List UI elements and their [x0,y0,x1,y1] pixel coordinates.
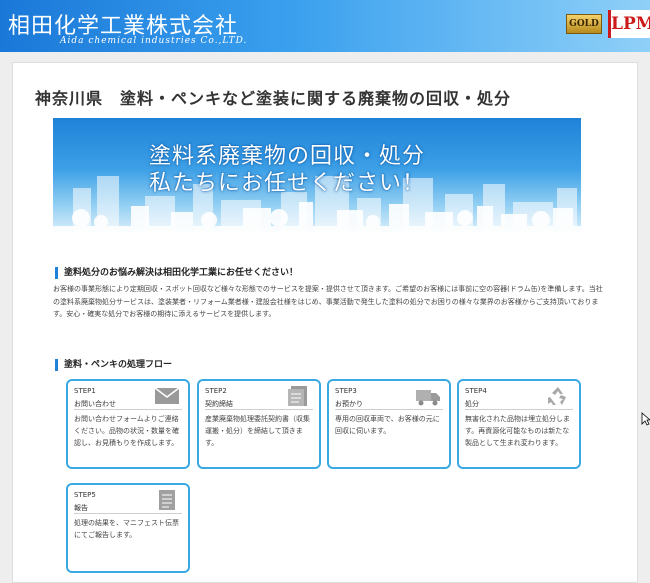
mail-icon [154,387,180,404]
page-title: 神奈川県 塗料・ペンキなど塗装に関する廃棄物の回収・処分 [35,89,512,108]
step-title: 報告 [74,504,88,512]
step-label: STEP3 [335,387,357,395]
step-title: お預かり [335,400,363,408]
step-divider [465,409,573,410]
intro-paragraph: お客様の事業形態により定期回収・スポット回収など様々な形態でのサービスを提案・提… [53,285,603,318]
step-divider [74,513,182,514]
hero-banner: 塗料系廃棄物の回収・処分 私たちにお任せください！ [53,118,581,232]
step-card-4[interactable]: STEP4 処分 無害化された品物は埋立処分します。再資源化可能なものは新たな製… [457,379,581,469]
report-icon [159,490,175,510]
mouse-cursor-icon [641,412,650,426]
site-header: 相田化学工業株式会社 Aida chemical industries Co.,… [0,0,650,52]
step-description: お問い合わせフォームよりご連絡ください。品物の状況・数量を確認し、お見積もりを作… [74,415,179,447]
step-divider [205,409,313,410]
gold-badge[interactable]: GOLD [566,14,602,34]
flow-heading: 塗料・ペンキの処理フロー [55,359,172,371]
step-label: STEP1 [74,387,96,395]
banner-headline-2: 私たちにお任せください！ [149,171,426,196]
step-label: STEP2 [205,387,227,395]
step-description: 処理の結果を、マニフェスト伝票にてご報告します。 [74,519,179,539]
step-card-5[interactable]: STEP5 報告 処理の結果を、マニフェスト伝票にてご報告します。 [66,483,190,573]
step-divider [335,409,443,410]
step-card-2[interactable]: STEP2 契約締結 産業廃棄物処理委託契約書（収集運搬・処分）を締結して頂きま… [197,379,321,469]
step-title: 処分 [465,400,479,408]
document-icon [288,386,307,406]
step-title: 契約締結 [205,400,233,408]
intro-heading: 塗料処分のお悩み解決は相田化学工業にお任せください！ [55,267,298,279]
truck-icon [416,390,440,406]
recycle-icon [548,387,566,405]
company-logo-english: Aida chemical industries Co.,LTD. [60,36,248,46]
step-title: お問い合わせ [74,400,116,408]
lpm-badge[interactable]: LPM [608,10,650,38]
step-label: STEP4 [465,387,487,395]
step-card-3[interactable]: STEP3 お預かり 専用の回収車両で、お客様の元に回収に伺います。 [327,379,451,469]
step-label: STEP5 [74,491,96,499]
step-card-1[interactable]: STEP1 お問い合わせ お問い合わせフォームよりご連絡ください。品物の状況・数… [66,379,190,469]
step-divider [74,409,182,410]
step-description: 専用の回収車両で、お客様の元に回収に伺います。 [335,415,440,435]
step-description: 産業廃棄物処理委託契約書（収集運搬・処分）を締結して頂きます。 [205,415,310,447]
step-description: 無害化された品物は埋立処分します。再資源化可能なものは新たな製品として生まれ変わ… [465,415,570,447]
main-content: 神奈川県 塗料・ペンキなど塗装に関する廃棄物の回収・処分 塗料系廃棄物の回収・処… [12,62,638,583]
